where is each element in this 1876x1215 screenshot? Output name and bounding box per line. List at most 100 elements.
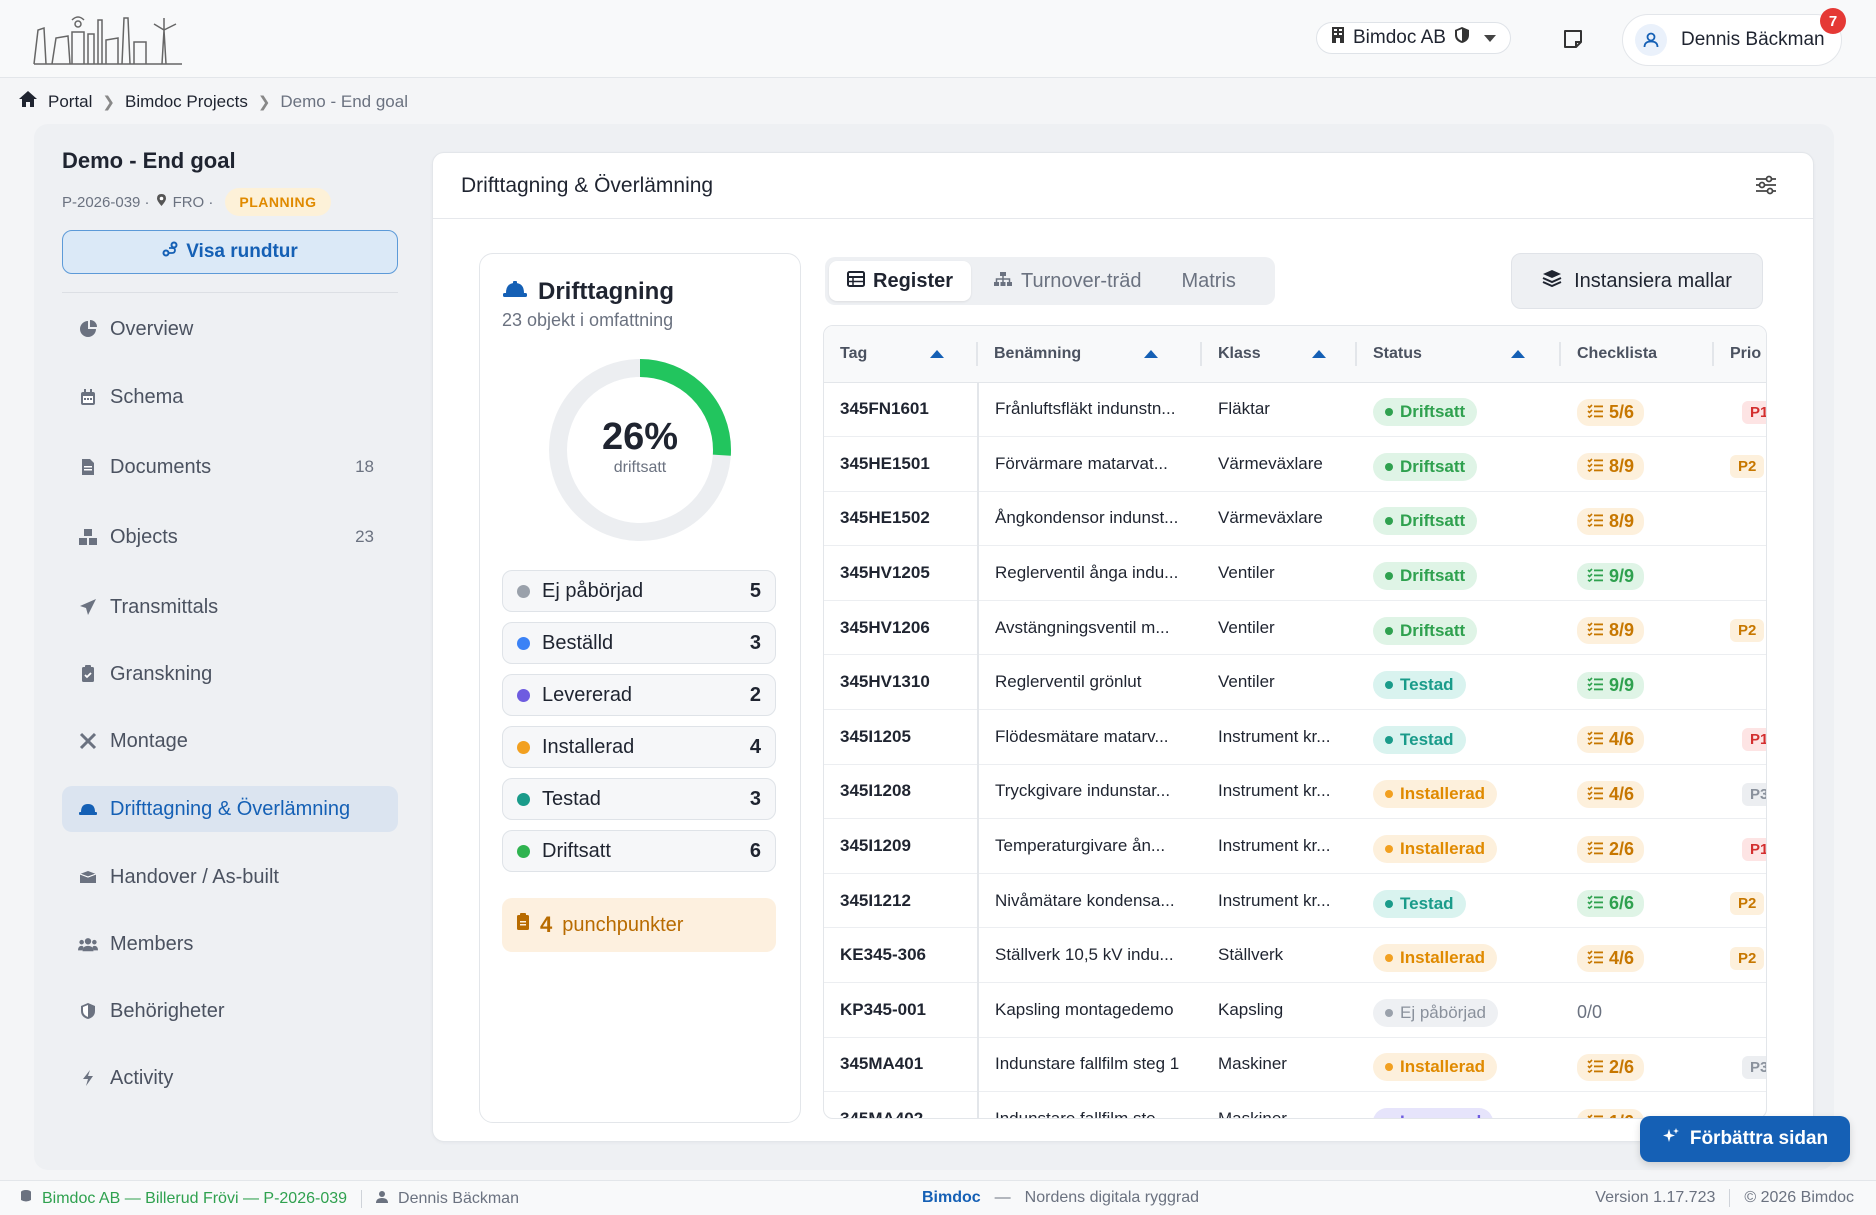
column-header-klass[interactable]: Klass	[1202, 326, 1357, 383]
cell-tag[interactable]: 345I1212	[824, 873, 979, 928]
cell-tag[interactable]: KE345-306	[824, 927, 979, 983]
cell-tag[interactable]: 345MA402	[824, 1091, 979, 1118]
cell-name: Indunstare fallfilm steg 1	[995, 1054, 1180, 1074]
sidebar-item-montage[interactable]: Montage	[62, 718, 398, 764]
tab-matris[interactable]: Matris	[1163, 261, 1253, 301]
checklist-badge[interactable]: 8/9	[1577, 453, 1645, 481]
cell-tag[interactable]: 345I1209	[824, 818, 979, 874]
breadcrumb-portal[interactable]: Portal	[48, 92, 92, 112]
notification-badge[interactable]: 7	[1820, 8, 1846, 34]
sidebar-item-activity[interactable]: Activity	[62, 1055, 398, 1101]
priority-badge: P2	[1730, 892, 1765, 916]
instantiate-templates-button[interactable]: Instansiera mallar	[1511, 253, 1763, 309]
sidebar-item-behorigheter[interactable]: Behörigheter	[62, 988, 398, 1034]
checklist-badge[interactable]: 9/9	[1577, 562, 1645, 590]
status-row-levererad[interactable]: Levererad 2	[502, 674, 776, 716]
table-row[interactable]: 345HV1205 Reglerventil ånga indu... Ventil…	[824, 545, 1766, 601]
cell-tag[interactable]: 345HV1205	[824, 545, 979, 601]
footer-brand[interactable]: Bimdoc	[922, 1189, 981, 1207]
cell-tag[interactable]: 345HV1310	[824, 654, 979, 710]
table-row[interactable]: 345I1208 Tryckgivare indunstar... Instrume…	[824, 764, 1766, 819]
checklist-badge[interactable]: 8/9	[1577, 507, 1645, 535]
cell-tag[interactable]: 345HV1206	[824, 600, 979, 655]
checklist-badge[interactable]: 2/6	[1577, 1053, 1645, 1081]
checklist-badge[interactable]: 9/9	[1577, 671, 1645, 699]
checklist-badge[interactable]: 4/6	[1577, 944, 1645, 972]
checklist-badge[interactable]: 2/6	[1577, 835, 1645, 863]
sidebar-item-handover[interactable]: Handover / As-built	[62, 854, 398, 900]
table-row[interactable]: 345I1212 Nivåmätare kondensa... Instrument…	[824, 873, 1766, 928]
cell-tag[interactable]: 345HE1501	[824, 436, 979, 492]
table-row[interactable]: 345MA401 Indunstare fallfilm steg 1 Maskin…	[824, 1037, 1766, 1092]
column-header-checklista[interactable]: Checklista	[1561, 326, 1714, 383]
cell-tag[interactable]: 345I1205	[824, 709, 979, 765]
sort-asc-icon[interactable]	[1144, 350, 1158, 358]
tab-register[interactable]: Register	[829, 261, 972, 301]
footer-dash: —	[994, 1189, 1011, 1206]
cell-tag[interactable]: 345HE1502	[824, 491, 979, 546]
table-row[interactable]: 345HE1501 Förvärmare matarvat... Värmeväxl…	[824, 436, 1766, 492]
status-row-installerad[interactable]: Installerad 4	[502, 726, 776, 768]
sidebar-item-transmittals[interactable]: Transmittals	[62, 584, 398, 630]
status-dot	[517, 792, 530, 806]
table-row[interactable]: 345HV1206 Avstängningsventil m... Ventiler…	[824, 600, 1766, 655]
tab-turnover-tree[interactable]: Turnover-träd	[975, 261, 1159, 301]
table-row[interactable]: KP345-001 Kapsling montagedemo Kapsling Ej …	[824, 982, 1766, 1038]
table-row[interactable]: 345I1209 Temperaturgivare ån... Instrument…	[824, 818, 1766, 874]
sidebar-item-drifttagning[interactable]: Drifttagning & Överlämning	[62, 786, 398, 832]
sidebar-item-granskning[interactable]: Granskning	[62, 651, 398, 697]
home-icon[interactable]	[18, 90, 38, 113]
table-row[interactable]: 345HV1310 Reglerventil grönlut Ventiler Tes…	[824, 654, 1766, 710]
notes-button[interactable]	[1560, 26, 1586, 52]
bolt-icon	[78, 1068, 98, 1088]
table-row[interactable]: 345HE1502 Ångkondensor indunst... Värmeväx…	[824, 491, 1766, 546]
table-row[interactable]: 345FN1601 Frånluftsfläkt indunstn... Fläkt…	[824, 382, 1766, 437]
sidebar-item-members[interactable]: Members	[62, 921, 398, 967]
column-header-benamning[interactable]: Benämning	[978, 326, 1202, 383]
checklist-badge[interactable]: 4/6	[1577, 726, 1645, 754]
org-switcher[interactable]: Bimdoc AB	[1316, 22, 1511, 54]
breadcrumb-projects[interactable]: Bimdoc Projects	[125, 92, 248, 112]
punch-items[interactable]: 4 punchpunkter	[502, 898, 776, 952]
show-tour-button[interactable]: Visa rundtur	[62, 230, 398, 274]
checklist-badge[interactable]: 4/6	[1577, 780, 1645, 808]
sort-asc-icon[interactable]	[1312, 350, 1326, 358]
sort-asc-icon[interactable]	[1511, 350, 1525, 358]
breadcrumb: Portal ❯ Bimdoc Projects ❯ Demo - End go…	[18, 90, 408, 113]
sort-asc-icon[interactable]	[930, 350, 944, 358]
tab-label: Matris	[1181, 269, 1236, 292]
status-label: Ej påbörjad	[542, 579, 644, 602]
cell-tag[interactable]: 345MA401	[824, 1037, 979, 1092]
column-header-status[interactable]: Status	[1357, 326, 1561, 383]
column-header-prio[interactable]: Prio	[1714, 326, 1766, 383]
footer-org-project[interactable]: Bimdoc AB — Billerud Frövi — P-2026-039	[42, 1190, 347, 1208]
table-row[interactable]: KE345-306 Ställverk 10,5 kV indu... Ställv…	[824, 927, 1766, 983]
app-logo[interactable]	[32, 10, 184, 71]
sidebar-item-schema[interactable]: Schema	[62, 374, 398, 420]
checklist-badge[interactable]: 1/6	[1577, 1108, 1645, 1118]
cell-tag[interactable]: KP345-001	[824, 982, 979, 1038]
cell-tag[interactable]: 345I1208	[824, 764, 979, 819]
route-icon	[162, 241, 178, 263]
checklist-badge[interactable]: 8/9	[1577, 617, 1645, 645]
user-menu[interactable]: Dennis Bäckman	[1622, 14, 1842, 66]
sidebar-divider	[62, 292, 398, 293]
table-row[interactable]: 345MA402 Indunstare fallfilm ste... Maskin…	[824, 1091, 1766, 1118]
status-row-ej-paborjad[interactable]: Ej påbörjad 5	[502, 570, 776, 612]
improve-page-button[interactable]: Förbättra sidan	[1640, 1116, 1850, 1162]
checklist-badge[interactable]: 5/6	[1577, 398, 1645, 426]
table-row[interactable]: 345I1205 Flödesmätare matarv... Instrument…	[824, 709, 1766, 765]
status-row-testad[interactable]: Testad 3	[502, 778, 776, 820]
status-row-driftsatt[interactable]: Driftsatt 6	[502, 830, 776, 872]
status-text: Driftsatt	[1400, 456, 1466, 476]
status-row-bestalld[interactable]: Beställd 3	[502, 622, 776, 664]
cell-name: Avstängningsventil m...	[995, 617, 1170, 637]
checklist-badge[interactable]: 6/6	[1577, 890, 1645, 918]
checklist-badge[interactable]: 0/0	[1577, 999, 1612, 1026]
cell-tag[interactable]: 345FN1601	[824, 382, 979, 437]
sliders-icon[interactable]	[1755, 175, 1777, 200]
column-header-tag[interactable]: Tag	[824, 326, 978, 383]
sidebar-item-objects[interactable]: Objects 23	[62, 514, 398, 560]
sidebar-item-documents[interactable]: Documents 18	[62, 444, 398, 490]
sidebar-item-overview[interactable]: Overview	[62, 306, 398, 352]
